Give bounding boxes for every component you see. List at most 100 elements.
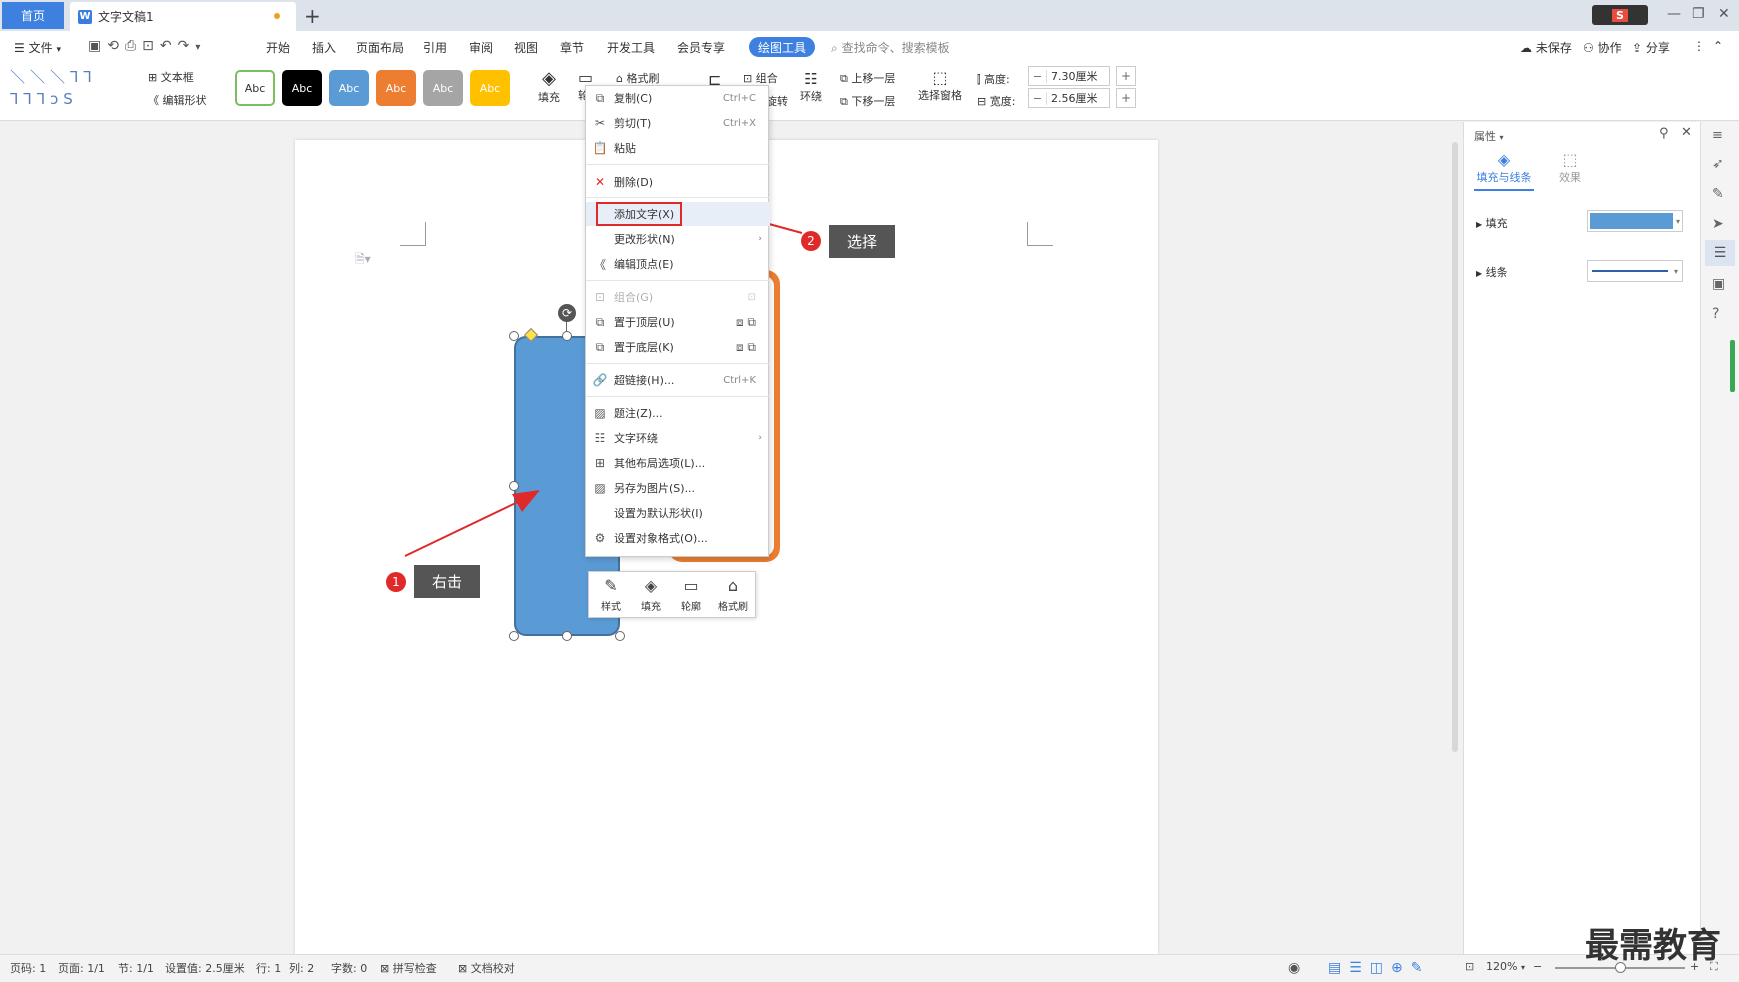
- spell-check-icon: ⊠: [380, 962, 390, 975]
- bring-front-icon: ⧉: [595, 314, 605, 329]
- arrow-step1-line: [404, 499, 523, 557]
- pen-icon[interactable]: ✎: [1712, 186, 1724, 202]
- float-outline-button[interactable]: ▭ 轮廓: [671, 576, 711, 613]
- zoom-slider[interactable]: [1555, 962, 1685, 973]
- menu-item-label: 题注(Z)...: [614, 407, 663, 420]
- status-row[interactable]: 行: 1: [256, 960, 281, 976]
- archive-icon[interactable]: ▣: [1712, 276, 1725, 292]
- send-back-quick-icons[interactable]: ⧈ ⧉: [736, 340, 756, 355]
- menu-item-label: 设置对象格式(O)...: [614, 532, 708, 545]
- float-style-label: 样式: [601, 602, 621, 613]
- fill-section-toggle[interactable]: ▶ 填充: [1476, 215, 1508, 231]
- write-view-icon[interactable]: ✎: [1411, 960, 1431, 976]
- bring-front-quick-icons[interactable]: ⧈ ⧉: [736, 315, 756, 330]
- submenu-arrow-icon: ›: [758, 433, 762, 443]
- menu-item-cut[interactable]: ✂ 剪切(T) Ctrl+X: [586, 111, 770, 135]
- panel-close-icon[interactable]: ✕: [1681, 125, 1692, 140]
- float-painter-button[interactable]: ⌂ 格式刷: [713, 576, 753, 613]
- tab-effect[interactable]: ⬚ 效果: [1550, 150, 1590, 185]
- edit-points-icon: 《: [593, 257, 606, 272]
- save-image-icon: ▨: [594, 481, 606, 495]
- reading-view-icon[interactable]: ◫: [1370, 960, 1391, 976]
- fit-page-icon[interactable]: ⊡: [1465, 960, 1474, 973]
- menu-item-label: 粘贴: [614, 142, 636, 155]
- page-view-icon[interactable]: ▤: [1328, 960, 1349, 976]
- zoom-level[interactable]: 120% ▾: [1486, 960, 1525, 973]
- outline-view-icon[interactable]: ☰: [1349, 960, 1370, 976]
- fill-bucket-icon: ◈: [644, 576, 658, 595]
- zoom-out-button[interactable]: −: [1533, 960, 1542, 973]
- vertical-scrollbar[interactable]: [1449, 122, 1461, 954]
- menu-item-delete[interactable]: ✕ 删除(D): [586, 170, 770, 194]
- line-style-picker[interactable]: ▾: [1587, 260, 1683, 282]
- menu-item-edit-points[interactable]: 《 编辑顶点(E): [586, 252, 770, 276]
- tab-fill-line[interactable]: ◈ 填充与线条: [1474, 150, 1534, 191]
- chevron-down-icon: ▾: [1673, 266, 1678, 276]
- side-indicator: [1730, 340, 1735, 392]
- submenu-arrow-icon: ›: [758, 234, 762, 244]
- menu-item-change-shape[interactable]: 更改形状(N) ›: [586, 227, 770, 251]
- menu-item-paste[interactable]: 📋 粘贴: [586, 136, 770, 160]
- caret-right-icon: ▶: [1476, 269, 1483, 278]
- wrap-icon: ☷: [594, 431, 606, 445]
- eye-protection-icon[interactable]: ◉: [1288, 960, 1300, 976]
- spell-check-button[interactable]: ⊠ 拼写检查: [380, 960, 437, 976]
- cursor-icon[interactable]: ➤: [1712, 216, 1724, 232]
- arrow-step1-head: [512, 490, 540, 512]
- menu-item-send-to-back[interactable]: ⧉ 置于底层(K) ⧈ ⧉: [586, 335, 770, 359]
- context-menu: ⧉ 复制(C) Ctrl+C ✂ 剪切(T) Ctrl+X 📋 粘贴 ✕ 删除(…: [585, 85, 770, 557]
- format-painter-icon: ⌂: [727, 576, 739, 595]
- view-mode-icons[interactable]: ▤☰◫⊕✎: [1328, 960, 1431, 976]
- line-section-toggle[interactable]: ▶ 线条: [1476, 264, 1508, 280]
- status-page-code[interactable]: 页码: 1: [10, 960, 46, 976]
- right-side-toolbar: ≡ ➶ ✎ ➤ ☰ ▣ ?: [1700, 122, 1739, 954]
- menu-item-shortcut: Ctrl+K: [723, 374, 756, 386]
- pin-icon[interactable]: ⚲: [1659, 126, 1669, 141]
- brush-icon: ✎: [604, 576, 618, 595]
- step2-badge: 2: [801, 231, 821, 251]
- menu-item-label: 更改形状(N): [614, 233, 675, 246]
- chevron-down-icon: ▾: [1675, 216, 1680, 226]
- rocket-icon[interactable]: ➶: [1712, 156, 1724, 172]
- properties-title[interactable]: 属性 ▾: [1474, 128, 1504, 144]
- menu-item-label: 剪切(T): [614, 117, 652, 130]
- menu-item-label: 其他布局选项(L)...: [614, 457, 706, 470]
- web-view-icon[interactable]: ⊕: [1391, 960, 1411, 976]
- menu-item-label: 复制(C): [614, 92, 653, 105]
- fill-color-picker[interactable]: ▾: [1587, 210, 1683, 232]
- status-words[interactable]: 字数: 0: [331, 960, 367, 976]
- menu-item-save-as-image[interactable]: ▨ 另存为图片(S)...: [586, 476, 770, 500]
- step2-callout: 选择: [829, 225, 895, 258]
- proofread-label: 文档校对: [470, 962, 515, 975]
- menu-item-bring-to-front[interactable]: ⧉ 置于顶层(U) ⧈ ⧉: [586, 310, 770, 334]
- menu-lines-icon[interactable]: ≡: [1712, 128, 1723, 143]
- send-back-icon: ⧉: [595, 339, 605, 354]
- line-section-label: 线条: [1485, 266, 1508, 279]
- properties-title-text: 属性: [1474, 130, 1496, 143]
- float-fill-button[interactable]: ◈ 填充: [631, 576, 671, 613]
- help-icon[interactable]: ?: [1712, 306, 1719, 322]
- menu-item-label: 删除(D): [614, 176, 654, 189]
- tab-fill-line-label: 填充与线条: [1476, 171, 1532, 184]
- scrollbar-thumb[interactable]: [1452, 142, 1458, 752]
- status-section[interactable]: 节: 1/1: [118, 960, 154, 976]
- menu-item-text-wrap[interactable]: ☷ 文字环绕 ›: [586, 426, 770, 450]
- menu-separator: [586, 164, 770, 165]
- menu-item-label: 组合(G): [614, 291, 654, 304]
- status-setting[interactable]: 设置值: 2.5厘米: [165, 960, 245, 976]
- fill-section-label: 填充: [1485, 217, 1508, 230]
- menu-item-hyperlink[interactable]: 🔗 超链接(H)... Ctrl+K: [586, 368, 770, 392]
- sliders-icon[interactable]: ☰: [1705, 240, 1735, 266]
- menu-item-format-object[interactable]: ⚙ 设置对象格式(O)...: [586, 526, 770, 550]
- group-icon: ⊡: [594, 290, 606, 304]
- menu-item-caption[interactable]: ▨ 题注(Z)...: [586, 401, 770, 425]
- proofread-button[interactable]: ⊠ 文档校对: [458, 960, 515, 976]
- status-col[interactable]: 列: 2: [289, 960, 314, 976]
- menu-separator: [586, 363, 770, 364]
- menu-item-layout-options[interactable]: ⊞ 其他布局选项(L)...: [586, 451, 770, 475]
- menu-item-set-default-shape[interactable]: 设置为默认形状(I): [586, 501, 770, 525]
- copy-icon: ⧉: [595, 90, 605, 105]
- menu-item-copy[interactable]: ⧉ 复制(C) Ctrl+C: [586, 86, 770, 110]
- status-page[interactable]: 页面: 1/1: [58, 960, 105, 976]
- float-style-button[interactable]: ✎ 样式: [591, 576, 631, 613]
